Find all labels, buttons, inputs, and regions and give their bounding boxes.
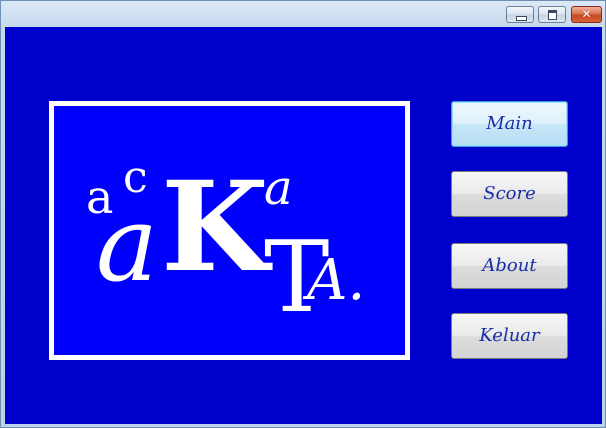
logo-letter-big-a: a <box>96 183 158 305</box>
title-bar[interactable]: ✕ <box>2 2 606 26</box>
close-icon: ✕ <box>581 7 592 21</box>
score-button[interactable]: Score <box>451 171 568 217</box>
about-button[interactable]: About <box>451 243 568 289</box>
client-area: a c a K a T A. Main Score About Keluar <box>5 27 602 424</box>
logo-letter-small-a-2: a <box>264 160 293 216</box>
exit-button-label: Keluar <box>479 325 540 346</box>
about-button-label: About <box>482 255 537 276</box>
minimize-button[interactable] <box>506 6 534 23</box>
logo-letters-a-dot: A. <box>302 248 365 313</box>
main-button[interactable]: Main <box>451 101 568 147</box>
main-button-label: Main <box>486 113 533 134</box>
minimize-icon <box>507 7 533 22</box>
score-button-label: Score <box>483 183 536 204</box>
logo-panel: a c a K a T A. <box>49 101 410 360</box>
logo-letter-big-k: K <box>161 155 273 300</box>
close-button[interactable]: ✕ <box>571 6 602 23</box>
acakata-logo: a c a K a T A. <box>86 152 365 335</box>
exit-button[interactable]: Keluar <box>451 313 568 359</box>
maximize-button[interactable] <box>538 6 566 23</box>
app-window: ✕ a c a K a T A. Main Score About Keluar <box>0 0 606 428</box>
maximize-icon <box>539 7 565 22</box>
